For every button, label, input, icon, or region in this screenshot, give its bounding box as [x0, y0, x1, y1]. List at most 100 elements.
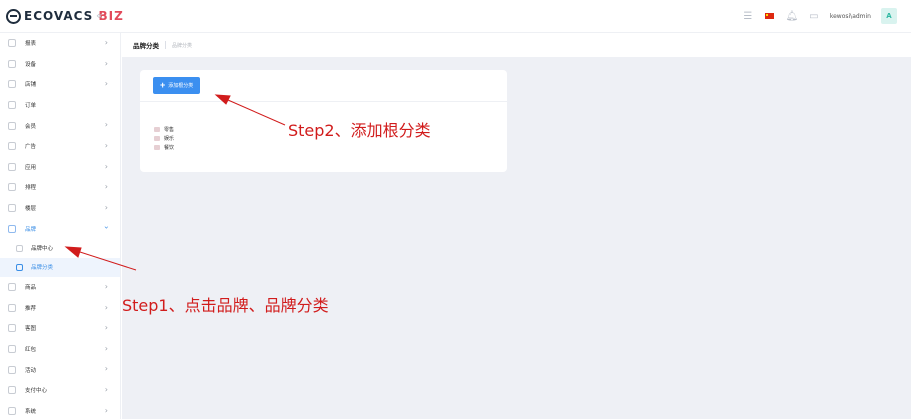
top-bar: ECOVACS BIZ « ☰ 🔔︎ ▭ kewosi\admin A	[0, 0, 911, 33]
chevron-right-icon: ›	[104, 384, 108, 394]
chevron-right-icon: ›	[104, 120, 108, 130]
main-content: 品牌分类 品牌分类 + 添加根分类 零售 娱乐 餐饮	[122, 33, 911, 419]
chevron-double-left-icon[interactable]: «	[96, 9, 103, 22]
redpacket-icon	[8, 345, 16, 354]
sidebar-item-label: 设备	[25, 61, 37, 68]
ecovacs-biz-logo[interactable]: ECOVACS BIZ	[6, 8, 124, 24]
ad-icon	[8, 142, 16, 151]
sidebar-subitem-brand-center[interactable]: 品牌中心	[0, 239, 120, 258]
brand-center-icon	[16, 244, 23, 252]
chevron-right-icon: ›	[104, 58, 108, 68]
sidebar-item-goods[interactable]: 商品 ›	[0, 277, 120, 298]
bell-icon[interactable]: 🔔︎	[786, 10, 799, 22]
chevron-right-icon: ›	[104, 79, 108, 89]
page-title: 品牌分类	[133, 42, 159, 50]
add-root-category-button[interactable]: + 添加根分类	[153, 77, 201, 94]
avatar[interactable]: A	[881, 8, 897, 24]
sidebar-item-label: 广告	[25, 144, 37, 151]
chevron-down-icon: ›	[101, 226, 111, 230]
tree-node[interactable]: 娱乐	[154, 134, 174, 143]
chevron-right-icon: ›	[104, 281, 108, 291]
folder-icon	[154, 136, 160, 141]
sidebar-item-app[interactable]: 应用 ›	[0, 157, 120, 178]
breadcrumb-current: 品牌分类	[172, 42, 193, 49]
sidebar-item-schedule[interactable]: 排程 ›	[0, 177, 120, 198]
step1-annotation: Step1、点击品牌、品牌分类	[122, 296, 329, 315]
sidebar-item-order[interactable]: 订单	[0, 95, 120, 116]
sidebar-item-label: 品牌	[25, 226, 37, 233]
brand-icon	[8, 224, 16, 233]
sidebar-item-label: 应用	[25, 164, 37, 171]
tree-node[interactable]: 零售	[154, 125, 174, 134]
sidebar-item-device[interactable]: 设备 ›	[0, 54, 120, 75]
sidebar-item-member[interactable]: 会员 ›	[0, 115, 120, 136]
sidebar-item-report[interactable]: 报表 ›	[0, 33, 120, 54]
sidebar-item-label: 订单	[25, 103, 37, 110]
app-icon	[8, 162, 16, 171]
chevron-right-icon: ›	[104, 202, 108, 212]
tree-node-label: 餐饮	[164, 145, 175, 151]
recommend-icon	[8, 303, 16, 312]
sidebar-item-activity[interactable]: 活动 ›	[0, 359, 120, 380]
chevron-right-icon: ›	[104, 161, 108, 171]
step2-annotation: Step2、添加根分类	[288, 121, 431, 140]
sidebar-item-payment[interactable]: 支付中心 ›	[0, 380, 120, 401]
chevron-right-icon: ›	[104, 343, 108, 353]
sidebar-item-system[interactable]: 系统 ›	[0, 401, 120, 419]
sidebar-item-label: 红包	[25, 347, 37, 354]
image-icon	[8, 324, 16, 333]
category-tree: 零售 娱乐 餐饮	[154, 125, 174, 152]
chevron-right-icon: ›	[104, 38, 108, 47]
sidebar-item-floor[interactable]: 楼层 ›	[0, 198, 120, 219]
sidebar-item-label: 会员	[25, 123, 37, 130]
payment-icon	[8, 386, 16, 395]
schedule-icon	[8, 183, 16, 192]
goods-icon	[8, 283, 16, 292]
sidebar: 报表 › 设备 › 店铺 › 订单 会员 › 广告 › 应用 › 排程 › 楼层 › 品牌 › 品…	[0, 33, 121, 419]
sidebar-item-brand[interactable]: 品牌 ›	[0, 218, 120, 239]
sidebar-item-label: 报表	[25, 41, 37, 48]
sidebar-item-recommend[interactable]: 推荐 ›	[0, 298, 120, 319]
device-icon	[8, 59, 16, 68]
china-flag-icon[interactable]	[764, 10, 776, 22]
report-icon	[8, 39, 16, 48]
sidebar-item-label: 楼层	[25, 206, 37, 213]
sidebar-item-label: 客图	[25, 326, 37, 333]
sidebar-item-label: 系统	[25, 408, 37, 415]
chevron-right-icon: ›	[104, 140, 108, 150]
breadcrumb-divider	[165, 41, 166, 49]
sidebar-item-label: 活动	[25, 367, 37, 374]
sidebar-item-ad[interactable]: 广告 ›	[0, 136, 120, 157]
tree-node-label: 零售	[164, 127, 175, 133]
folder-icon	[154, 127, 160, 132]
breadcrumb: 品牌分类 品牌分类	[122, 33, 911, 57]
logo-mark-icon	[6, 8, 21, 24]
sidebar-item-label: 支付中心	[25, 388, 48, 395]
sidebar-subitem-brand-category[interactable]: 品牌分类	[0, 257, 120, 277]
sidebar-item-label: 排程	[25, 185, 37, 192]
brand-category-icon	[16, 263, 23, 271]
order-icon	[8, 101, 16, 110]
divider	[140, 101, 507, 102]
chevron-right-icon: ›	[104, 182, 108, 192]
sidebar-item-store[interactable]: 店铺 ›	[0, 74, 120, 95]
floor-icon	[8, 204, 16, 213]
settings-sliders-icon[interactable]: ☰	[742, 10, 754, 22]
sidebar-subitem-label: 品牌中心	[31, 246, 54, 253]
tree-node[interactable]: 餐饮	[154, 143, 174, 152]
folder-icon	[154, 145, 160, 150]
user-name[interactable]: kewosi\admin	[830, 13, 871, 20]
message-icon[interactable]: ▭	[808, 10, 820, 22]
activity-icon	[8, 365, 16, 374]
chevron-right-icon: ›	[104, 405, 108, 415]
member-icon	[8, 121, 16, 130]
chevron-right-icon: ›	[104, 323, 108, 333]
sidebar-subitem-label: 品牌分类	[31, 265, 54, 272]
add-root-category-label: 添加根分类	[168, 83, 194, 89]
system-icon	[8, 406, 16, 415]
sidebar-item-image[interactable]: 客图 ›	[0, 318, 120, 339]
top-right-tools: ☰ 🔔︎ ▭ kewosi\admin A	[742, 7, 897, 25]
logo-brand: ECOVACS	[24, 9, 94, 23]
sidebar-item-redpacket[interactable]: 红包 ›	[0, 339, 120, 360]
store-icon	[8, 80, 16, 89]
